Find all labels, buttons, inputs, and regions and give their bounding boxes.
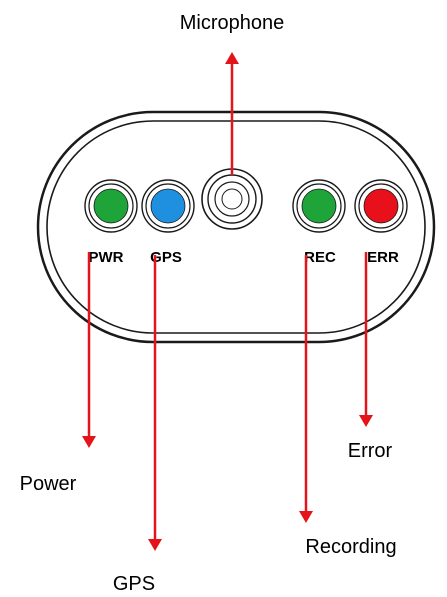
led-pwr-label: PWR: [89, 249, 124, 266]
device-indicator-diagram: PWR GPS REC ERR Microphone Power GPS Rec…: [20, 12, 436, 595]
led-rec-light: [301, 188, 337, 224]
microphone-port: [201, 168, 263, 230]
led-err-label: ERR: [367, 249, 399, 266]
gps-label: GPS: [113, 573, 155, 595]
led-rec-label: REC: [304, 249, 336, 266]
recording-label: Recording: [305, 536, 396, 558]
power-label: Power: [20, 473, 77, 495]
microphone-hole: [221, 188, 243, 210]
led-pwr-light: [93, 188, 129, 224]
led-gps-light: [150, 188, 186, 224]
microphone-label: Microphone: [180, 12, 285, 34]
led-err-light: [363, 188, 399, 224]
error-label: Error: [348, 440, 393, 462]
